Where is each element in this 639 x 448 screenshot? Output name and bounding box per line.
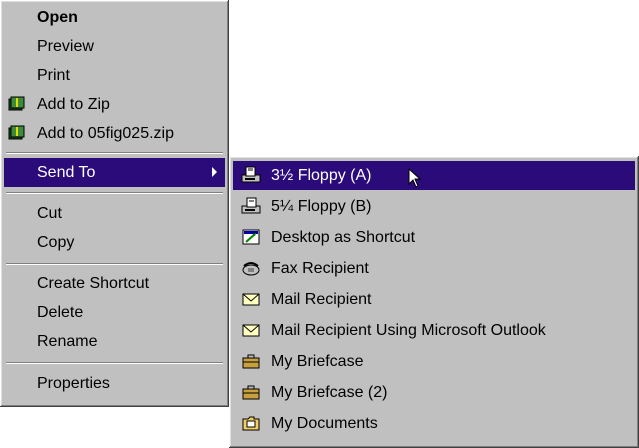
submenu-arrow-icon xyxy=(212,167,217,177)
fax-icon xyxy=(242,262,260,276)
submenu-item-my-documents[interactable]: My Documents xyxy=(233,409,635,438)
menu-item-create-shortcut[interactable]: Create Shortcut xyxy=(4,269,225,298)
floppy-drive-icon xyxy=(241,197,261,214)
submenu-item-my-briefcase-2[interactable]: My Briefcase (2) xyxy=(233,378,635,407)
menu-separator xyxy=(6,263,223,265)
menu-item-copy[interactable]: Copy xyxy=(4,228,225,257)
mail-icon xyxy=(242,293,260,306)
submenu-item-label: Mail Recipient xyxy=(271,290,372,308)
menu-item-cut[interactable]: Cut xyxy=(4,199,225,228)
menu-item-preview[interactable]: Preview xyxy=(4,32,225,61)
briefcase-icon xyxy=(242,354,260,369)
menu-item-add-to-zip[interactable]: Add to Zip xyxy=(4,90,225,119)
desktop-shortcut-icon xyxy=(242,229,260,245)
mail-icon xyxy=(242,324,260,337)
mouse-pointer-icon xyxy=(408,168,422,188)
submenu-item-label: Desktop as Shortcut xyxy=(271,228,416,246)
winzip-icon xyxy=(8,96,25,111)
menu-item-rename[interactable]: Rename xyxy=(4,327,225,356)
menu-item-label: Print xyxy=(37,66,70,84)
submenu-item-label: My Documents xyxy=(271,414,378,432)
menu-item-label: Open xyxy=(37,8,78,26)
send-to-submenu: 3½ Floppy (A) 5¼ Floppy (B) Desktop as S… xyxy=(229,156,639,448)
menu-item-label: Send To xyxy=(37,163,96,181)
menu-separator xyxy=(6,192,223,194)
submenu-item-label: My Briefcase (2) xyxy=(271,383,388,401)
menu-item-label: Delete xyxy=(37,303,84,321)
briefcase-icon xyxy=(242,385,260,400)
menu-separator xyxy=(6,362,223,364)
submenu-item-label: My Briefcase xyxy=(271,352,364,370)
submenu-item-label: 5¼ Floppy (B) xyxy=(271,197,372,215)
menu-separator xyxy=(6,152,223,154)
menu-item-label: Add to 05fig025.zip xyxy=(37,124,174,142)
menu-item-label: Create Shortcut xyxy=(37,274,150,292)
menu-item-label: Rename xyxy=(37,332,98,350)
menu-item-send-to[interactable]: Send To xyxy=(4,158,225,187)
menu-item-properties[interactable]: Properties xyxy=(4,369,225,398)
menu-item-label: Copy xyxy=(37,233,75,251)
menu-item-label: Preview xyxy=(37,37,94,55)
submenu-item-label: Mail Recipient Using Microsoft Outlook xyxy=(271,321,546,339)
menu-item-delete[interactable]: Delete xyxy=(4,298,225,327)
winzip-icon xyxy=(8,125,25,140)
submenu-item-mail-recipient[interactable]: Mail Recipient xyxy=(233,285,635,314)
menu-item-label: Properties xyxy=(37,374,110,392)
menu-item-label: Cut xyxy=(37,204,62,222)
menu-item-label: Add to Zip xyxy=(37,95,110,113)
menu-item-add-to-archive[interactable]: Add to 05fig025.zip xyxy=(4,119,225,148)
submenu-item-floppy-a[interactable]: 3½ Floppy (A) xyxy=(233,161,635,190)
submenu-item-label: 3½ Floppy (A) xyxy=(271,166,372,184)
submenu-item-mail-outlook[interactable]: Mail Recipient Using Microsoft Outlook xyxy=(233,316,635,345)
context-menu: Open Preview Print Add to Zip Add to 05f… xyxy=(0,0,229,407)
floppy-drive-icon xyxy=(241,166,261,183)
submenu-item-label: Fax Recipient xyxy=(271,259,369,277)
submenu-item-floppy-b[interactable]: 5¼ Floppy (B) xyxy=(233,192,635,221)
menu-item-open[interactable]: Open xyxy=(4,3,225,32)
submenu-item-fax-recipient[interactable]: Fax Recipient xyxy=(233,254,635,283)
submenu-item-desktop-shortcut[interactable]: Desktop as Shortcut xyxy=(233,223,635,252)
menu-item-print[interactable]: Print xyxy=(4,61,225,90)
submenu-item-my-briefcase[interactable]: My Briefcase xyxy=(233,347,635,376)
folder-icon xyxy=(242,416,260,431)
